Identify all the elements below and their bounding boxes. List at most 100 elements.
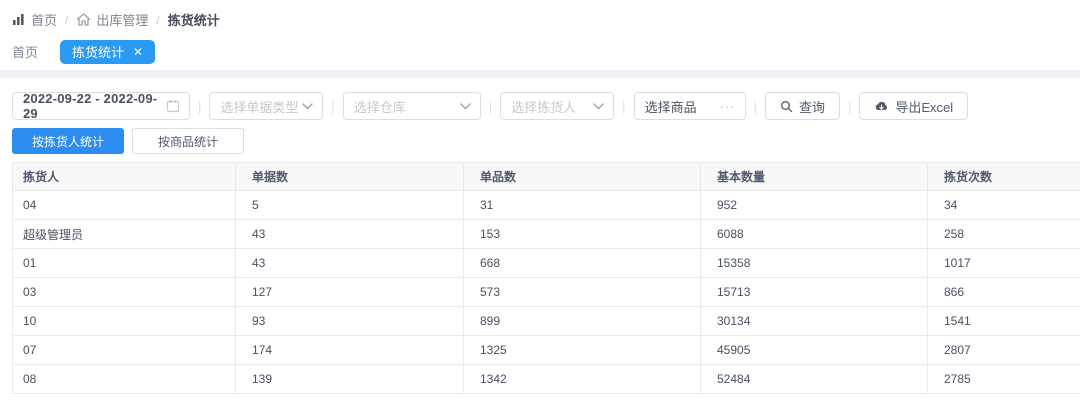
col-header-doc-count: 单据数 (236, 163, 464, 191)
table-cell: 6088 (701, 220, 928, 249)
table-cell: 31 (464, 191, 701, 220)
export-excel-label: 导出Excel (895, 97, 953, 116)
product-placeholder: 选择商品 (645, 97, 697, 116)
table-cell: 93 (236, 307, 464, 336)
table-cell: 127 (236, 278, 464, 307)
export-excel-button[interactable]: 导出Excel (859, 92, 968, 120)
table-cell: 5 (236, 191, 464, 220)
page-title: 拣货统计 (168, 10, 220, 29)
tab-picking-stats-label: 拣货统计 (72, 42, 124, 61)
table-cell: 34 (928, 191, 1080, 220)
breadcrumb-separator: / (65, 13, 68, 27)
query-button[interactable]: 查询 (765, 92, 840, 120)
breadcrumb-current: 拣货统计 (168, 10, 220, 29)
table-cell: 1541 (928, 307, 1080, 336)
content-panel: 2022-09-22 - 2022-09-29 | 选择单据类型 | 选择仓库 … (0, 78, 1080, 394)
table-cell: 952 (701, 191, 928, 220)
table-row: 071741325459052807 (13, 336, 1080, 365)
search-icon (780, 100, 793, 113)
table-row: 超级管理员431536088258 (13, 220, 1080, 249)
table-cell: 1325 (464, 336, 701, 365)
close-icon[interactable]: ✕ (133, 46, 143, 58)
chart-bars-icon (12, 13, 26, 26)
table-cell: 668 (464, 249, 701, 278)
filter-separator: | (198, 99, 201, 114)
table-cell: 174 (236, 336, 464, 365)
doc-type-select[interactable]: 选择单据类型 (209, 92, 323, 120)
table-cell: 10 (13, 307, 236, 336)
home-icon (76, 13, 91, 26)
table-cell: 1342 (464, 365, 701, 394)
toggle-by-product[interactable]: 按商品统计 (132, 128, 244, 154)
top-bar: 首页 / 出库管理 / 拣货统计 首页 拣货统计 ✕ (0, 0, 1080, 70)
table-row: 0453195234 (13, 191, 1080, 220)
table-cell: 08 (13, 365, 236, 394)
filter-toolbar: 2022-09-22 - 2022-09-29 | 选择单据类型 | 选择仓库 … (12, 92, 1080, 120)
filter-separator: | (331, 99, 334, 114)
table-row: 1093899301341541 (13, 307, 1080, 336)
table-cell: 2807 (928, 336, 1080, 365)
tab-picking-stats[interactable]: 拣货统计 ✕ (60, 40, 155, 64)
table-cell: 52484 (701, 365, 928, 394)
chevron-down-icon (460, 103, 471, 110)
cloud-download-icon (874, 100, 889, 112)
toggle-by-picker[interactable]: 按拣货人统计 (12, 128, 124, 154)
date-range-value: 2022-09-22 - 2022-09-29 (23, 91, 166, 121)
picker-select[interactable]: 选择拣货人 (500, 92, 614, 120)
table-cell: 04 (13, 191, 236, 220)
table-cell: 573 (464, 278, 701, 307)
table-cell: 139 (236, 365, 464, 394)
picker-placeholder: 选择拣货人 (511, 97, 576, 116)
table-body: 0453195234超级管理员4315360882580143668153581… (13, 191, 1080, 394)
table-cell: 2785 (928, 365, 1080, 394)
table-cell: 03 (13, 278, 236, 307)
table-cell: 153 (464, 220, 701, 249)
table-cell: 1017 (928, 249, 1080, 278)
date-range-input[interactable]: 2022-09-22 - 2022-09-29 (12, 92, 190, 120)
table-row: 081391342524842785 (13, 365, 1080, 394)
col-header-picker: 拣货人 (13, 163, 236, 191)
table-cell: 15358 (701, 249, 928, 278)
table-cell: 45905 (701, 336, 928, 365)
col-header-item-count: 单品数 (464, 163, 701, 191)
table-header-row: 拣货人 单据数 单品数 基本数量 拣货次数 (13, 163, 1080, 191)
col-header-base-quantity: 基本数量 (701, 163, 928, 191)
breadcrumb-separator: / (156, 13, 159, 27)
section-divider (0, 70, 1080, 78)
table-cell: 258 (928, 220, 1080, 249)
chevron-down-icon (302, 103, 313, 110)
filter-separator: | (489, 99, 492, 114)
stats-table: 拣货人 单据数 单品数 基本数量 拣货次数 0453195234超级管理员431… (12, 162, 1080, 394)
ellipsis-icon: ··· (720, 99, 736, 114)
breadcrumb-home[interactable]: 首页 (12, 10, 57, 29)
filter-separator: | (848, 99, 851, 114)
table-cell: 超级管理员 (13, 220, 236, 249)
tab-home[interactable]: 首页 (12, 38, 46, 65)
table-cell: 866 (928, 278, 1080, 307)
warehouse-select[interactable]: 选择仓库 (343, 92, 481, 120)
col-header-pick-times: 拣货次数 (928, 163, 1080, 191)
tab-bar: 首页 拣货统计 ✕ (12, 38, 1068, 70)
table-cell: 07 (13, 336, 236, 365)
table-row: 0312757315713866 (13, 278, 1080, 307)
warehouse-placeholder: 选择仓库 (354, 97, 406, 116)
table-cell: 01 (13, 249, 236, 278)
calendar-icon (166, 99, 180, 113)
table-cell: 899 (464, 307, 701, 336)
table-row: 0143668153581017 (13, 249, 1080, 278)
filter-separator: | (754, 99, 757, 114)
view-toggle: 按拣货人统计 按商品统计 (12, 128, 1080, 154)
breadcrumb-section[interactable]: 出库管理 (76, 10, 148, 29)
doc-type-placeholder: 选择单据类型 (220, 97, 298, 116)
filter-separator: | (622, 99, 625, 114)
product-select[interactable]: 选择商品 ··· (634, 92, 746, 120)
query-button-label: 查询 (799, 97, 825, 116)
chevron-down-icon (593, 103, 604, 110)
table-cell: 15713 (701, 278, 928, 307)
stats-table-wrap: 拣货人 单据数 单品数 基本数量 拣货次数 0453195234超级管理员431… (12, 162, 1080, 394)
table-cell: 43 (236, 220, 464, 249)
table-cell: 43 (236, 249, 464, 278)
table-cell: 30134 (701, 307, 928, 336)
breadcrumb: 首页 / 出库管理 / 拣货统计 (0, 0, 1080, 29)
breadcrumb-home-label: 首页 (31, 10, 57, 29)
